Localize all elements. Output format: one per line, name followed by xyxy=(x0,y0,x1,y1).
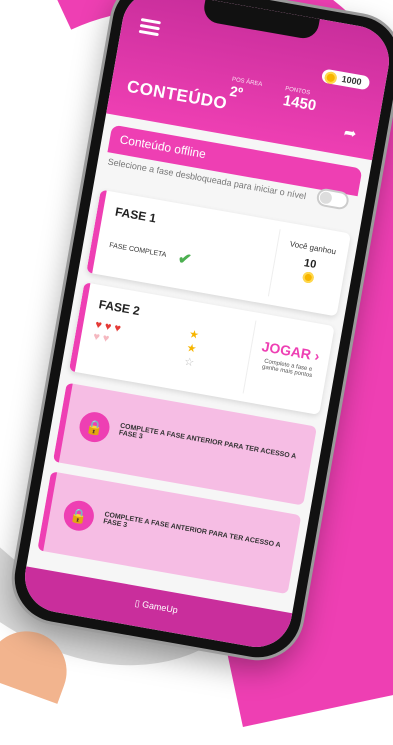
share-icon[interactable]: ➦ xyxy=(342,123,358,143)
level-title: FASE 2 xyxy=(97,297,141,319)
check-icon: ✔ xyxy=(176,250,193,270)
star-icon: ☆ xyxy=(183,355,196,370)
menu-icon[interactable] xyxy=(138,18,161,37)
coin-balance: 1000 xyxy=(320,68,371,91)
locked-text: COMPLETE A FASE ANTERIOR PARA TER ACESSO… xyxy=(118,422,297,461)
lives: ♥ ♥ ♥ ♥ ♥ xyxy=(92,319,121,347)
heart-icon: ♥ xyxy=(113,322,122,336)
heart-icon: ♥ xyxy=(101,332,111,346)
lock-icon: 🔒 xyxy=(77,409,112,445)
page-title: CONTEÚDO xyxy=(125,76,229,114)
coin-value: 1000 xyxy=(340,73,363,88)
card-stripe xyxy=(37,471,58,552)
points-stat: PONTOS 1450 xyxy=(282,86,319,114)
reward-box: Você ganhou 10 xyxy=(267,229,350,309)
locked-text: COMPLETE A FASE ANTERIOR PARA TER ACESSO… xyxy=(102,511,281,550)
gameup-icon: ▯ xyxy=(134,597,141,609)
gameup-label: GameUp xyxy=(141,599,179,616)
offline-label: Conteúdo offline xyxy=(118,132,207,162)
toggle-knob xyxy=(318,190,333,205)
play-button[interactable]: JOGAR › Complete a fase e ganhe mais pon… xyxy=(242,320,334,408)
heart-icon: ♥ xyxy=(92,330,101,344)
lock-icon: 🔒 xyxy=(61,498,97,534)
coin-icon xyxy=(323,70,338,85)
card-stripe xyxy=(86,189,107,274)
level-status: FASE COMPLETA xyxy=(108,241,167,259)
heart-icon: ♥ xyxy=(94,318,103,332)
position-stat: POS ÁREA 2º xyxy=(229,77,263,104)
level-title: FASE 1 xyxy=(114,204,158,226)
card-stripe xyxy=(68,282,91,372)
star-rating: ★ ★ ☆ xyxy=(183,327,200,370)
heart-icon: ♥ xyxy=(103,320,113,334)
coin-icon xyxy=(301,270,315,284)
card-stripe xyxy=(52,382,73,463)
